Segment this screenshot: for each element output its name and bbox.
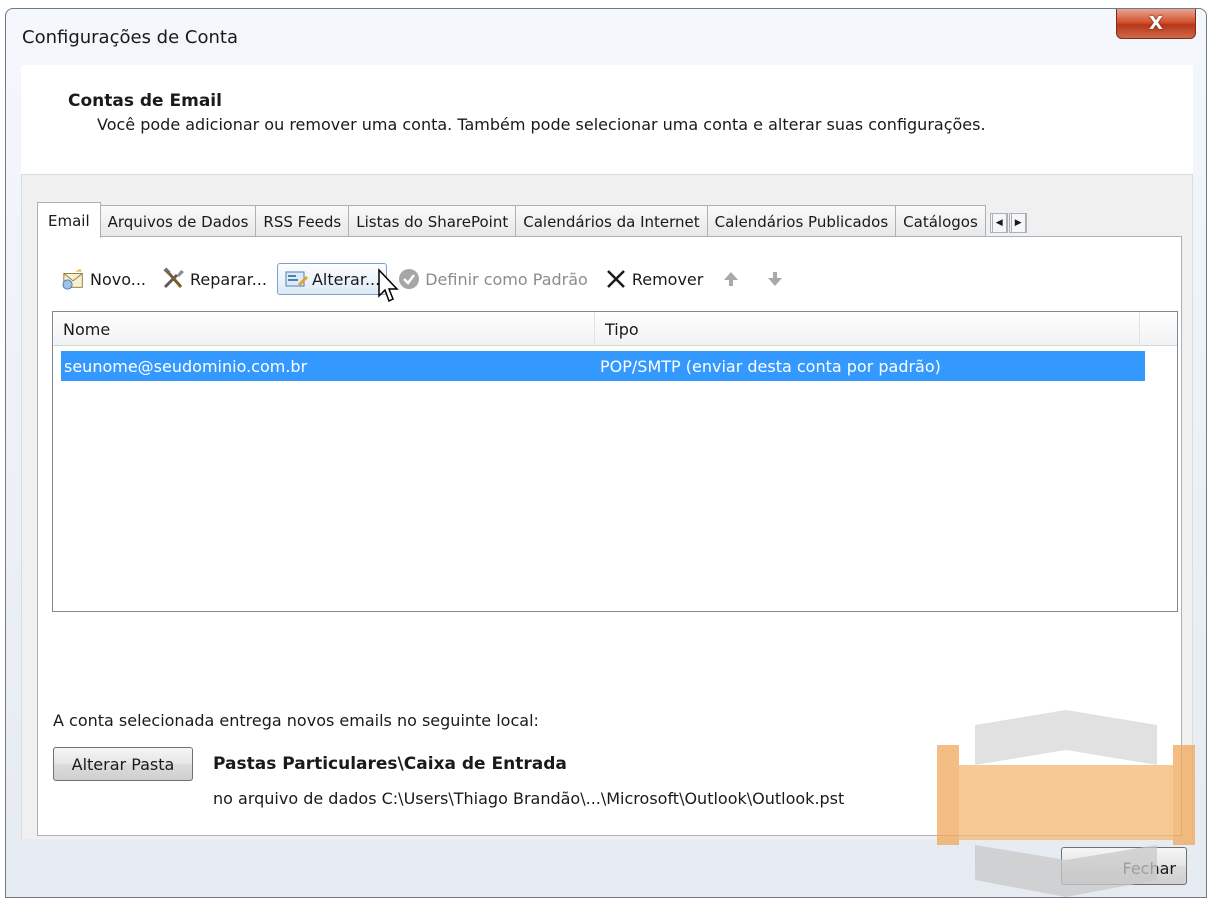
column-type-label: Tipo — [605, 319, 639, 339]
column-header-name[interactable]: Nome — [53, 312, 595, 346]
check-circle-icon — [397, 267, 421, 291]
tab-internet-calendars[interactable]: Calendários da Internet — [515, 205, 708, 237]
account-toolbar: Novo... Reparar... Alterar... Definir co… — [56, 261, 801, 297]
change-folder-button[interactable]: Alterar Pasta — [53, 747, 193, 781]
accounts-list-header: Nome Tipo — [53, 312, 1177, 346]
delivery-location-text: A conta selecionada entrega novos emails… — [53, 711, 539, 730]
arrow-up-icon — [719, 267, 743, 291]
account-settings-window: Configurações de Conta X Contas de Email… — [5, 8, 1207, 898]
tab-rss-feeds[interactable]: RSS Feeds — [255, 205, 350, 237]
tools-icon — [162, 267, 186, 291]
tab-strip: Email Arquivos de Dados RSS Feeds Listas… — [37, 201, 1182, 238]
email-tab-panel: Novo... Reparar... Alterar... Definir co… — [37, 236, 1182, 836]
account-type-cell: POP/SMTP (enviar desta conta por padrão) — [600, 356, 941, 376]
accounts-list[interactable]: Nome Tipo seunome@seudominio.com.br POP/… — [52, 311, 1178, 612]
new-account-button[interactable]: Novo... — [56, 263, 152, 295]
account-row[interactable]: seunome@seudominio.com.br POP/SMTP (envi… — [61, 351, 1145, 381]
repair-account-label: Reparar... — [190, 269, 267, 289]
title-bar[interactable]: Configurações de Conta X — [6, 9, 1206, 65]
tab-sharepoint-lists[interactable]: Listas do SharePoint — [348, 205, 517, 237]
remove-account-label: Remover — [631, 269, 704, 289]
change-account-label: Alterar... — [311, 269, 381, 289]
tab-data-files[interactable]: Arquivos de Dados — [99, 205, 257, 237]
column-header-type[interactable]: Tipo — [595, 312, 1140, 346]
close-icon: X — [1149, 13, 1163, 34]
tab-address-books[interactable]: Catálogos — [895, 205, 986, 237]
column-name-label: Nome — [63, 319, 111, 339]
new-account-label: Novo... — [90, 269, 146, 289]
column-header-filler — [1140, 312, 1177, 346]
dialog-body: Email Arquivos de Dados RSS Feeds Listas… — [21, 175, 1193, 839]
delivery-folder-path: no arquivo de dados C:\Users\Thiago Bran… — [213, 789, 845, 808]
move-up-button[interactable] — [713, 263, 753, 295]
set-default-label: Definir como Padrão — [425, 269, 588, 289]
tab-email[interactable]: Email — [37, 202, 101, 238]
close-window-button[interactable]: X — [1116, 9, 1196, 39]
arrow-right-icon: ▶ — [1010, 213, 1026, 233]
header-panel: Contas de Email Você pode adicionar ou r… — [21, 65, 1193, 175]
tab-scroll-buttons: ◀ ▶ — [989, 213, 1027, 233]
window-title: Configurações de Conta — [22, 27, 238, 48]
arrow-down-icon — [763, 267, 787, 291]
new-mail-icon — [62, 267, 86, 291]
delivery-folder-name: Pastas Particulares\Caixa de Entrada — [213, 754, 567, 774]
arrow-left-icon: ◀ — [991, 213, 1007, 233]
section-title: Contas de Email — [68, 91, 222, 111]
set-default-button[interactable]: Definir como Padrão — [391, 263, 594, 295]
change-account-button[interactable]: Alterar... — [276, 263, 388, 295]
repair-account-button[interactable]: Reparar... — [156, 263, 273, 295]
remove-account-button[interactable]: Remover — [598, 263, 710, 295]
tab-scroll-right-button[interactable]: ▶ — [1008, 213, 1027, 233]
mouse-pointer-icon — [378, 268, 399, 303]
section-description: Você pode adicionar ou remover uma conta… — [97, 115, 986, 134]
account-name-cell: seunome@seudominio.com.br — [64, 356, 308, 376]
move-down-button[interactable] — [757, 263, 797, 295]
close-dialog-button[interactable]: Fechar — [1061, 847, 1187, 885]
edit-account-icon — [284, 267, 308, 291]
tab-published-calendars[interactable]: Calendários Publicados — [706, 205, 897, 237]
remove-x-icon — [604, 267, 628, 291]
tab-scroll-left-button[interactable]: ◀ — [989, 213, 1008, 233]
